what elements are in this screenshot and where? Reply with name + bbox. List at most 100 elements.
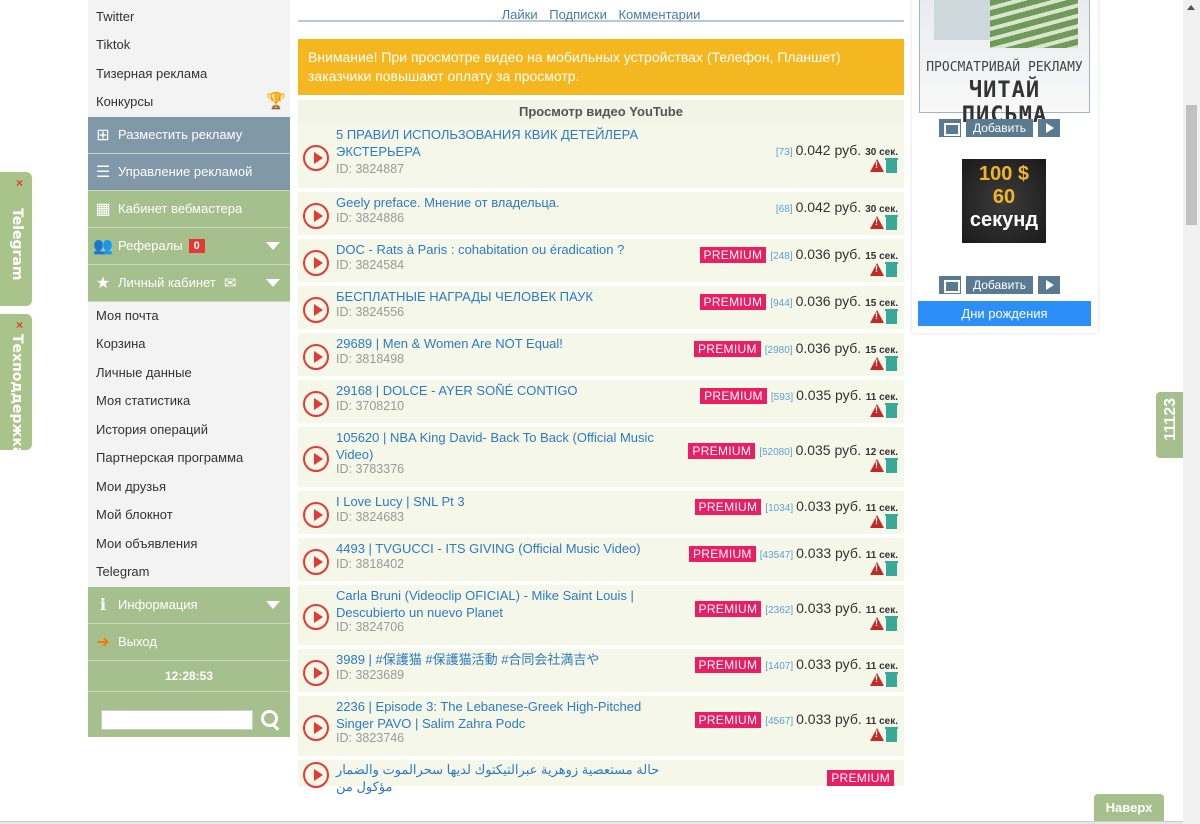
sidebar-item-teaser-ads[interactable]: Тизерная реклама [88,60,290,89]
manage-ads-button[interactable]: ☰ Управление рекламой [88,153,290,191]
place-ad-button[interactable]: ⊞ Разместить рекламу [88,116,290,154]
report-icon[interactable] [870,673,884,686]
personal-cabinet-button[interactable]: ★ Личный кабинет ✉ [88,264,290,302]
report-icon[interactable] [870,263,884,276]
online-counter[interactable]: 11123 [1156,392,1186,458]
image-icon[interactable] [939,119,961,137]
video-row[interactable]: حالة مستعصية زوهرية عبرالتيكتوك لديها سح… [298,760,904,794]
chevron-down-icon[interactable] [266,600,280,609]
ad-banner-read-mail[interactable]: ПРОСМАТРИВАЙ РЕКЛАМУ ЧИТАЙ ПИСЬМА [919,0,1090,128]
link-subscriptions[interactable]: Подписки [549,7,607,22]
birthdays-button[interactable]: Дни рождения [918,301,1091,326]
telegram-tab[interactable]: × Telegram [0,172,32,306]
play-icon[interactable] [303,250,329,276]
report-icon[interactable] [870,459,884,472]
play-icon[interactable] [303,145,329,171]
vertical-scrollbar[interactable] [1183,0,1200,824]
trash-icon[interactable] [885,561,898,576]
trash-icon[interactable] [885,158,898,173]
video-title[interactable]: 29168 | DOLCE - AYER SOÑÉ CONTIGO [336,383,666,400]
sidebar-item-telegram[interactable]: Telegram [88,558,290,587]
video-row[interactable]: Carla Bruni (Videoclip OFICIAL) - Mike S… [298,585,904,649]
report-icon[interactable] [870,159,884,172]
video-row[interactable]: 2236 | Episode 3: The Lebanese-Greek Hig… [298,696,904,760]
video-title[interactable]: Geely preface. Мнение от владельца. [336,195,646,212]
video-title[interactable]: 2236 | Episode 3: The Lebanese-Greek Hig… [336,699,666,732]
play-icon[interactable] [303,604,329,630]
video-title[interactable]: Carla Bruni (Videoclip OFICIAL) - Mike S… [336,588,666,621]
video-row[interactable]: 29689 | Men & Women Are NOT Equal! ID: 38… [298,333,904,380]
video-row[interactable]: 3989 | #保護猫 #保護猫活動 #合同会社満吉や ID: 3823689 PR… [298,649,904,696]
image-icon[interactable] [939,276,961,294]
scroll-up-icon[interactable] [1187,5,1195,10]
referrals-button[interactable]: 👥 Рефералы 0 [88,227,290,265]
video-row[interactable]: I Love Lucy | SNL Pt 3 ID: 3824683 PREMIUM… [298,491,904,538]
chevron-down-icon[interactable] [266,278,280,287]
play-icon[interactable] [303,715,329,741]
sidebar-item-contests[interactable]: Конкурсы 🏆 [88,88,290,117]
sidebar-item-friends[interactable]: Мои друзья [88,473,290,502]
sidebar-item-notebook[interactable]: Мой блокнот [88,501,290,530]
video-title[interactable]: 105620 | NBA King David- Back To Back (O… [336,430,666,463]
ad-banner-100-dollars[interactable]: 100 $ 60 секунд [962,159,1046,243]
scroll-to-top-button[interactable]: Наверх [1094,794,1164,822]
trash-icon[interactable] [885,458,898,473]
video-title[interactable]: 3989 | #保護猫 #保護猫活動 #合同会社満吉や [336,652,666,669]
report-icon[interactable] [870,404,884,417]
sidebar-item-cart[interactable]: Корзина [88,330,290,359]
video-icon[interactable] [1038,119,1061,137]
trash-icon[interactable] [885,514,898,529]
video-title[interactable]: DOC - Rats à Paris : cohabitation ou éra… [336,242,666,259]
sidebar-item-personal-data[interactable]: Личные данные [88,359,290,388]
play-icon[interactable] [303,297,329,323]
video-title[interactable]: حالة مستعصية زوهرية عبرالتيكتوك لديها سح… [336,762,666,795]
play-icon[interactable] [303,391,329,417]
sidebar-item-tiktok[interactable]: Tiktok [88,31,290,60]
logout-button[interactable]: ➜ Выход [88,623,290,661]
play-icon[interactable] [303,549,329,575]
search-input[interactable] [101,710,253,730]
video-title[interactable]: БЕСПЛАТНЫЕ НАГРАДЫ ЧЕЛОВЕК ПАУК [336,289,666,306]
play-icon[interactable] [303,344,329,370]
info-button[interactable]: i Информация [88,586,290,624]
close-icon[interactable]: × [16,176,23,190]
video-row[interactable]: 4493 | TVGUCCI - ITS GIVING (Official Mu… [298,538,904,585]
sidebar-item-statistics[interactable]: Моя статистика [88,387,290,416]
close-icon[interactable]: × [16,318,23,332]
sidebar-item-mail[interactable]: Моя почта [88,302,290,331]
scrollbar-thumb[interactable] [1186,105,1197,225]
trash-icon[interactable] [885,672,898,687]
trash-icon[interactable] [885,215,898,230]
report-icon[interactable] [870,515,884,528]
trash-icon[interactable] [885,403,898,418]
report-icon[interactable] [870,562,884,575]
video-row[interactable]: Geely preface. Мнение от владельца. ID: 3… [298,192,904,239]
trash-icon[interactable] [885,356,898,371]
play-icon[interactable] [303,203,329,229]
video-title[interactable]: 29689 | Men & Women Are NOT Equal! [336,336,666,353]
video-title[interactable]: 5 ПРАВИЛ ИСПОЛЬЗОВАНИЯ КВИК ДЕТЕЙЛЕРА ЭК… [336,127,646,160]
report-icon[interactable] [870,357,884,370]
report-icon[interactable] [870,728,884,741]
video-row[interactable]: DOC - Rats à Paris : cohabitation ou éra… [298,239,904,286]
add-banner-button[interactable]: Добавить [966,119,1034,137]
webmaster-button[interactable]: ▦ Кабинет вебмастера [88,190,290,228]
trash-icon[interactable] [885,727,898,742]
video-icon[interactable] [1038,276,1061,294]
video-row[interactable]: 5 ПРАВИЛ ИСПОЛЬЗОВАНИЯ КВИК ДЕТЕЙЛЕРА ЭК… [298,124,904,192]
trash-icon[interactable] [885,309,898,324]
video-row[interactable]: 29168 | DOLCE - AYER SOÑÉ CONTIGO ID: 370… [298,380,904,427]
video-title[interactable]: I Love Lucy | SNL Pt 3 [336,494,666,511]
trash-icon[interactable] [885,616,898,631]
video-row[interactable]: БЕСПЛАТНЫЕ НАГРАДЫ ЧЕЛОВЕК ПАУК ID: 38245… [298,286,904,333]
video-row[interactable]: 105620 | NBA King David- Back To Back (O… [298,427,904,491]
trash-icon[interactable] [885,262,898,277]
sidebar-item-twitter[interactable]: Twitter [88,0,290,31]
report-icon[interactable] [870,310,884,323]
add-banner-button[interactable]: Добавить [966,276,1034,294]
chevron-down-icon[interactable] [266,241,280,250]
search-icon[interactable] [261,710,281,730]
report-icon[interactable] [870,216,884,229]
link-likes[interactable]: Лайки [502,7,538,22]
video-title[interactable]: 4493 | TVGUCCI - ITS GIVING (Official Mu… [336,541,666,558]
